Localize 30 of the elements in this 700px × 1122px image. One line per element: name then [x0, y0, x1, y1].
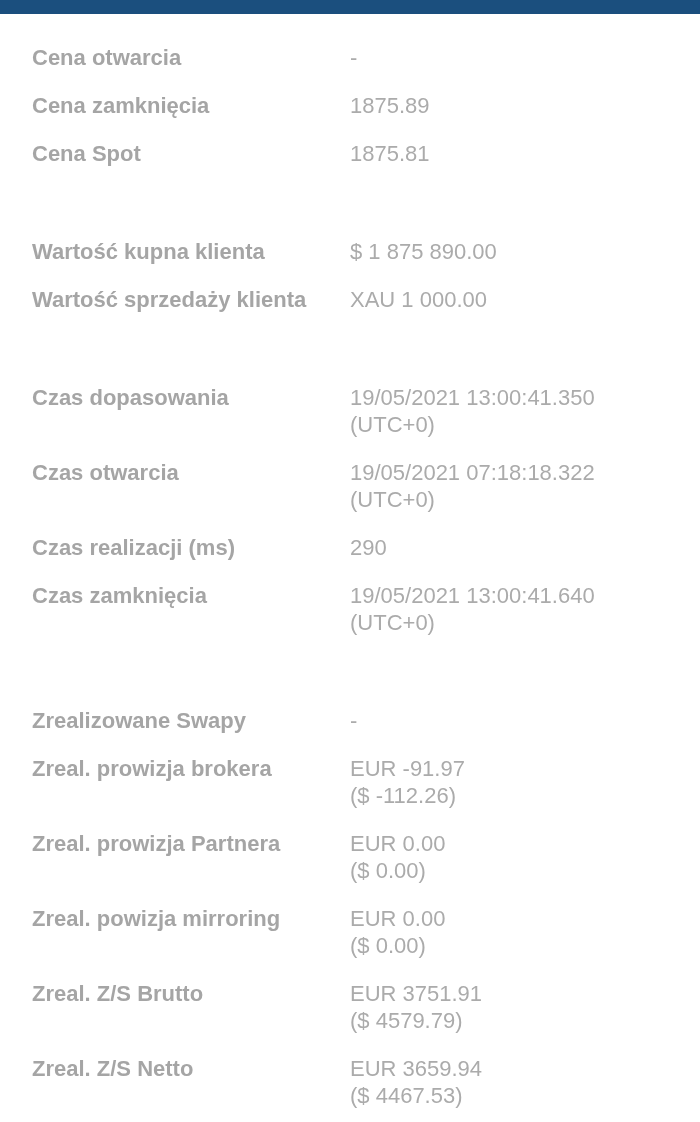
field-label: Cena zamknięcia: [32, 92, 211, 119]
field-value: EUR 3751.91 ($ 4579.79): [350, 980, 483, 1034]
field-label: Zreal. powizja mirroring: [32, 905, 282, 932]
field-value: EUR 0.00 ($ 0.00): [350, 830, 446, 884]
field-label: Czas zamknięcia: [32, 582, 208, 609]
field-value: -: [350, 44, 358, 71]
field-label: Czas dopasowania: [32, 384, 230, 411]
field-label: Zreal. Z/S Netto: [32, 1055, 195, 1082]
field-value: 1875.81: [350, 140, 430, 167]
field-label: Zreal. prowizja brokera: [32, 755, 273, 782]
field-value: 19/05/2021 13:00:41.640 (UTC+0): [350, 582, 595, 636]
field-label: Zrealizowane Swapy: [32, 707, 247, 734]
field-value: $ 1 875 890.00: [350, 238, 497, 265]
field-label: Cena otwarcia: [32, 44, 183, 71]
field-value: EUR 3659.94 ($ 4467.53): [350, 1055, 483, 1109]
field-value: 1875.89: [350, 92, 430, 119]
field-label: Wartość sprzedaży klienta: [32, 286, 308, 313]
field-label: Zreal. prowizja Partnera: [32, 830, 282, 857]
field-label: Wartość kupna klienta: [32, 238, 266, 265]
field-value: 19/05/2021 07:18:18.322 (UTC+0): [350, 459, 595, 513]
field-value: EUR -91.97 ($ -112.26): [350, 755, 465, 809]
field-value: EUR 0.00 ($ 0.00): [350, 905, 446, 959]
field-value: 19/05/2021 13:00:41.350 (UTC+0): [350, 384, 595, 438]
field-label: Czas otwarcia: [32, 459, 180, 486]
field-label: Zreal. Z/S Brutto: [32, 980, 205, 1007]
field-value: 290: [350, 534, 387, 561]
field-label: Czas realizacji (ms): [32, 534, 236, 561]
field-value: -: [350, 707, 358, 734]
field-label: Cena Spot: [32, 140, 142, 167]
field-value: XAU 1 000.00: [350, 286, 487, 313]
